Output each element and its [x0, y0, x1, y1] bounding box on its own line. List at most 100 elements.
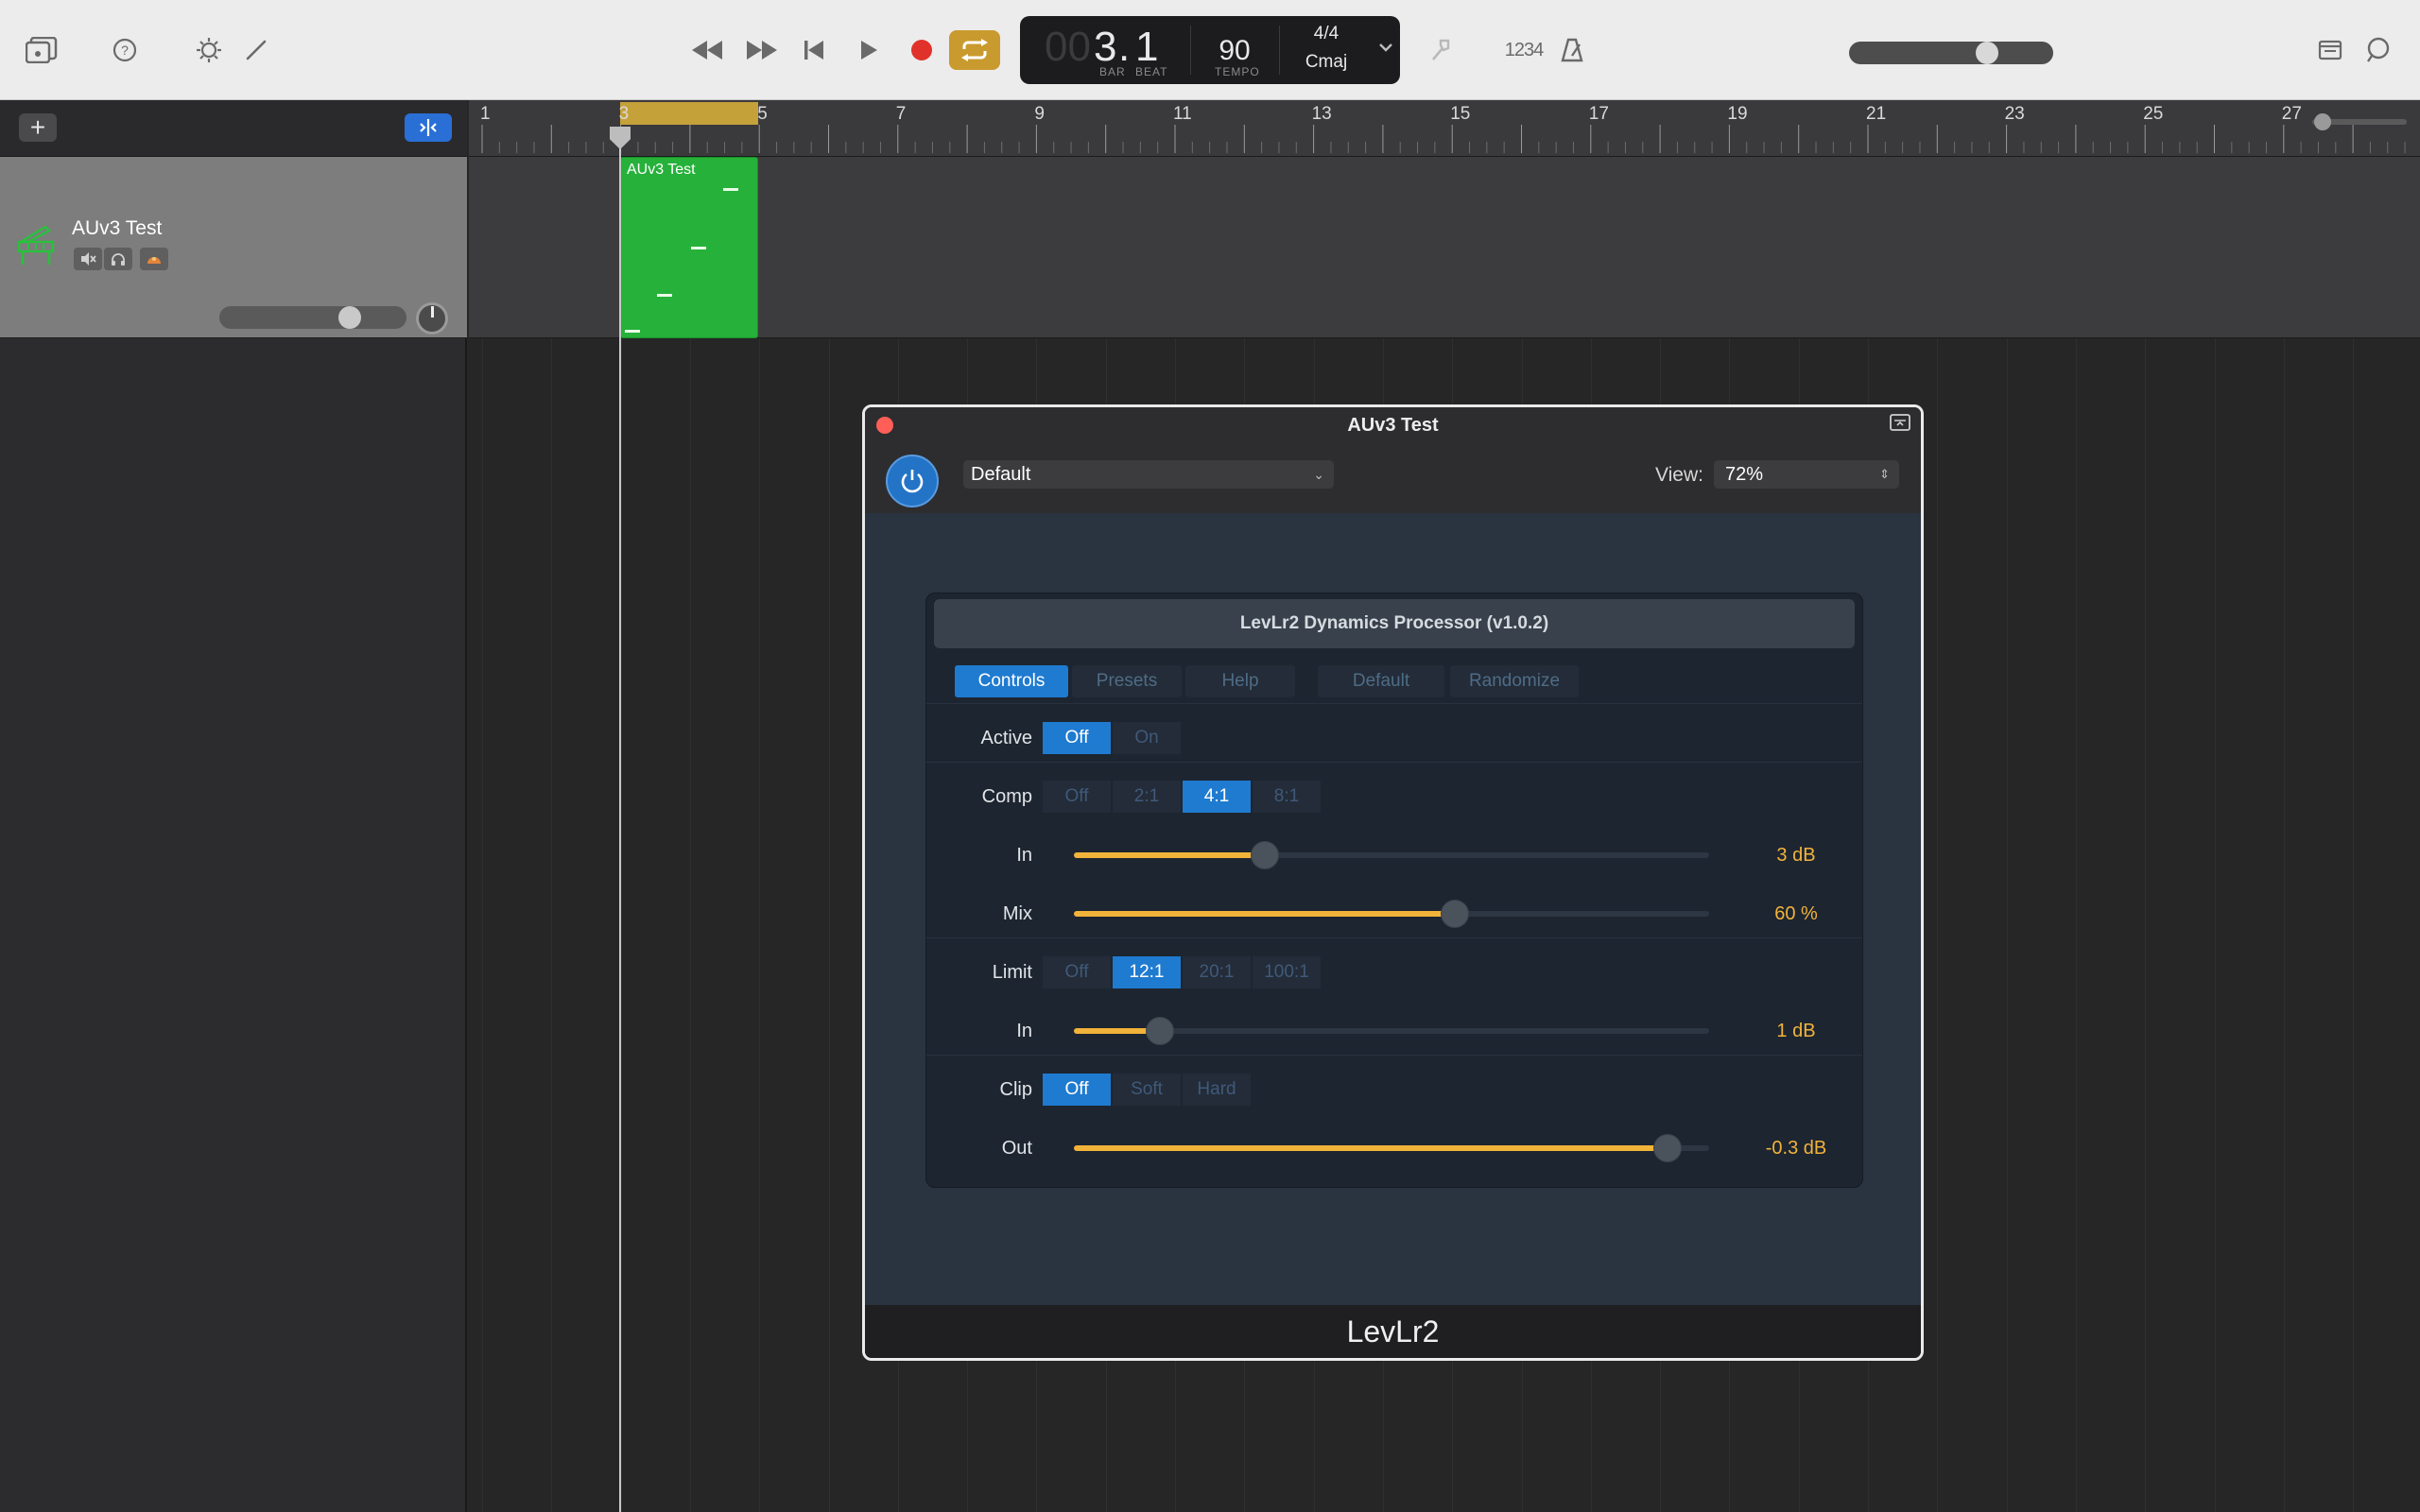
notepad-icon[interactable] — [2316, 36, 2344, 64]
cycle-icon[interactable] — [949, 30, 1000, 70]
limit-in-slider-knob[interactable] — [1145, 1017, 1174, 1045]
plugin-titlebar[interactable]: AUv3 Test — [865, 407, 1921, 438]
smart-controls-icon[interactable] — [193, 36, 225, 64]
midi-note — [657, 294, 672, 297]
track-volume-slider[interactable] — [219, 306, 406, 329]
comp-option-2-1[interactable]: 2:1 — [1113, 781, 1181, 813]
tab-label: Default — [1352, 671, 1410, 691]
tuner-icon[interactable] — [1426, 36, 1456, 64]
lcd-beat-caption: BEAT — [1135, 65, 1168, 78]
tab-default[interactable]: Default — [1318, 665, 1444, 697]
record-enable-button[interactable] — [140, 248, 168, 270]
track-volume-knob[interactable] — [338, 306, 361, 329]
row-separator — [926, 1055, 1862, 1056]
comp-option-off[interactable]: Off — [1043, 781, 1111, 813]
comp-in-value: 3 dB — [1776, 845, 1816, 866]
ruler-bar-number: 17 — [1588, 104, 1609, 124]
power-icon[interactable] — [886, 455, 939, 507]
count-in-button[interactable]: 1234 — [1503, 38, 1545, 62]
limit-option-20-1[interactable]: 20:1 — [1183, 956, 1251, 988]
comp-label: Comp — [981, 786, 1032, 807]
lcd-beat: 1 — [1135, 24, 1159, 70]
plugin-expand-icon[interactable] — [1889, 413, 1911, 437]
plugin-body: LevLr2 Dynamics Processor (v1.0.2) Contr… — [865, 513, 1921, 1305]
ruler-bar-number: 3 — [618, 104, 630, 124]
plugin-window: AUv3 Test Default ⌄ View: 72% ⇕ LevLr2 D… — [862, 404, 1924, 1361]
active-option-off[interactable]: Off — [1043, 722, 1111, 754]
plugin-name: LevLr2 — [1346, 1314, 1440, 1349]
limit-option-12-1[interactable]: 12:1 — [1113, 956, 1181, 988]
mute-button[interactable] — [74, 248, 102, 270]
tab-controls[interactable]: Controls — [955, 665, 1068, 697]
piano-icon — [15, 223, 57, 271]
clip-option-off[interactable]: Off — [1043, 1074, 1111, 1106]
lcd-tempo-caption: TEMPO — [1215, 65, 1260, 78]
master-volume-knob[interactable] — [1976, 42, 1998, 64]
tab-presets[interactable]: Presets — [1072, 665, 1182, 697]
levlr2-panel: LevLr2 Dynamics Processor (v1.0.2) Contr… — [925, 593, 1863, 1188]
clip-option-hard[interactable]: Hard — [1183, 1074, 1251, 1106]
track-header[interactable]: AUv3 Test — [0, 157, 467, 338]
preset-select[interactable]: Default ⌄ — [963, 460, 1334, 489]
clip-option-soft[interactable]: Soft — [1113, 1074, 1181, 1106]
row-separator — [926, 762, 1862, 763]
comp-in-slider-fill — [1074, 852, 1265, 858]
logic-app: ? 00 3 . 1 BAR BEAT 90 TEMPO 4/4 Cmaj 12… — [0, 0, 2420, 1512]
limit-option-100-1[interactable]: 100:1 — [1253, 956, 1321, 988]
ruler-bar-number: 11 — [1173, 104, 1192, 124]
metronome-icon[interactable] — [1558, 36, 1586, 64]
solo-headphones-button[interactable] — [104, 248, 132, 270]
midi-note — [723, 188, 738, 191]
lcd-chevron-down-icon[interactable] — [1377, 41, 1394, 59]
midi-note — [691, 247, 706, 249]
help-icon[interactable]: ? — [111, 36, 139, 64]
track-lane[interactable] — [469, 157, 2420, 338]
comp-in-slider-knob[interactable] — [1250, 841, 1279, 869]
midi-region[interactable]: AUv3 Test — [620, 157, 758, 338]
comp-in-label: In — [1016, 845, 1032, 866]
playhead[interactable] — [619, 127, 621, 1512]
tab-randomize[interactable]: Randomize — [1450, 665, 1579, 697]
mix-value: 60 % — [1774, 903, 1818, 924]
chevron-down-icon: ⌄ — [1313, 467, 1324, 482]
view-zoom-value: 72% — [1725, 464, 1764, 485]
out-slider-knob[interactable] — [1653, 1134, 1683, 1162]
comp-in-slider[interactable] — [1074, 841, 1709, 869]
go-to-beginning-icon[interactable] — [800, 36, 828, 64]
fast-forward-icon[interactable] — [741, 36, 783, 64]
ruler-bar-number: 21 — [1866, 104, 1887, 124]
track-headers: + AUv3 Test — [0, 100, 467, 1512]
library-icon[interactable] — [25, 36, 59, 64]
ruler-bar-number: 1 — [480, 104, 491, 124]
mix-slider-knob[interactable] — [1441, 900, 1470, 928]
catch-playhead-button[interactable] — [405, 113, 452, 142]
comp-option-8-1[interactable]: 8:1 — [1253, 781, 1321, 813]
limit-in-slider[interactable] — [1074, 1017, 1709, 1045]
add-track-button[interactable]: + — [19, 113, 57, 142]
bar-ruler[interactable]: 1 3 5 7 9 11 13 15 17 19 21 23 25 27 — [469, 100, 2420, 157]
zoom-knob[interactable] — [2314, 113, 2331, 130]
track-pan-knob[interactable] — [416, 302, 448, 335]
limit-option-off[interactable]: Off — [1043, 956, 1111, 988]
ruler-bar-number: 9 — [1034, 104, 1045, 124]
limit-label: Limit — [992, 962, 1032, 983]
lcd-dot: . — [1118, 24, 1131, 70]
mix-slider[interactable] — [1074, 900, 1709, 928]
main-toolbar: ? 00 3 . 1 BAR BEAT 90 TEMPO 4/4 Cmaj 12… — [0, 0, 2420, 100]
record-icon[interactable] — [908, 36, 936, 64]
loop-browser-icon[interactable] — [2363, 36, 2395, 64]
editors-icon[interactable] — [242, 36, 270, 64]
tab-label: Randomize — [1468, 671, 1561, 691]
out-slider[interactable] — [1074, 1134, 1709, 1162]
play-icon[interactable] — [855, 36, 883, 64]
master-volume-slider[interactable] — [1849, 42, 2053, 64]
view-zoom-select[interactable]: 72% ⇕ — [1714, 460, 1899, 489]
rewind-icon[interactable] — [686, 36, 728, 64]
active-option-on[interactable]: On — [1113, 722, 1181, 754]
lcd-display[interactable]: 00 3 . 1 BAR BEAT 90 TEMPO 4/4 Cmaj — [1020, 16, 1400, 84]
track-name[interactable]: AUv3 Test — [72, 217, 162, 240]
preset-select-value: Default — [971, 464, 1031, 485]
comp-option-4-1[interactable]: 4:1 — [1183, 781, 1251, 813]
tab-help[interactable]: Help — [1185, 665, 1295, 697]
ruler-bar-number: 27 — [2281, 104, 2302, 124]
